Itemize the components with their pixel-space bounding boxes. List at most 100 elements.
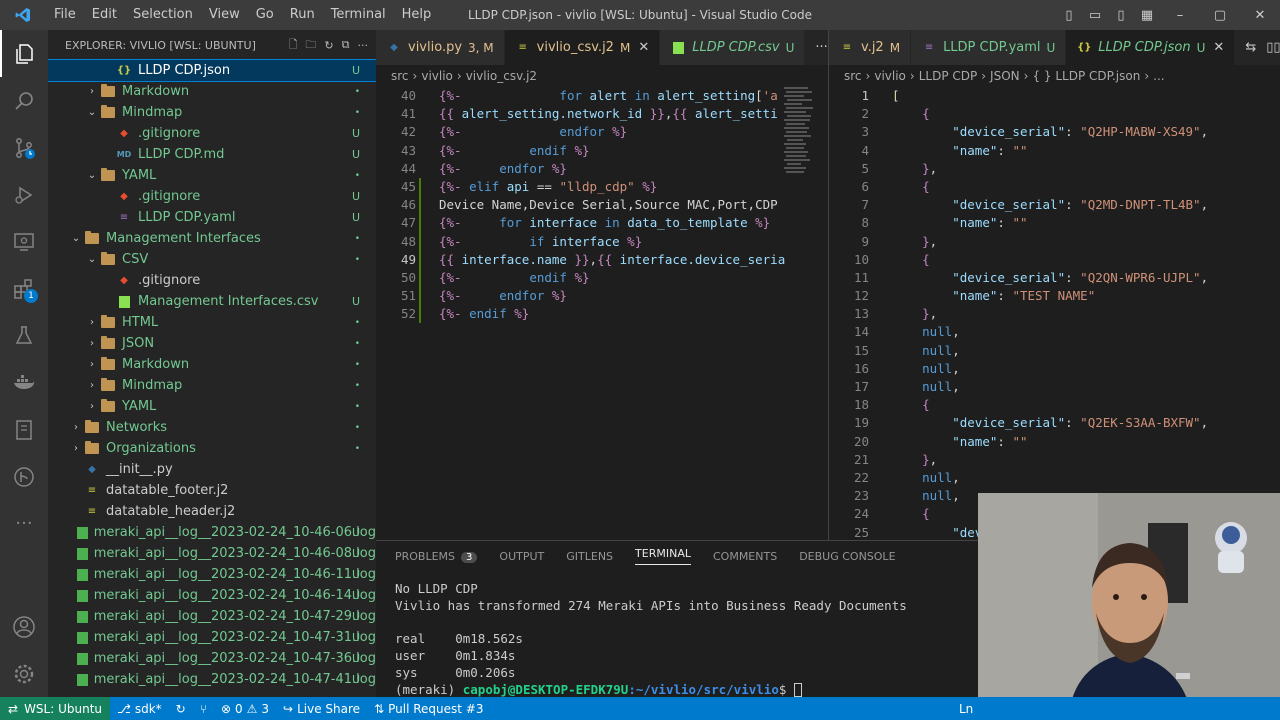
- tree-folder[interactable]: › HTML •: [48, 312, 376, 333]
- breadcrumb-item[interactable]: vivlio_csv.j2: [466, 69, 537, 83]
- tree-file[interactable]: Management Interfaces.csv U: [48, 291, 376, 312]
- breadcrumb-item[interactable]: src: [844, 69, 862, 83]
- branch-status[interactable]: ⎇ sdk*: [110, 702, 169, 716]
- panel-tab-debug-console[interactable]: DEBUG CONSOLE: [799, 550, 895, 563]
- code-editor-left[interactable]: 40 {%- for alert in alert_setting['a 41 {{ …: [376, 87, 828, 324]
- menu-edit[interactable]: Edit: [84, 0, 125, 30]
- accounts-icon[interactable]: [0, 603, 48, 650]
- editor-tab[interactable]: {} LLDP CDP.json U ✕: [1066, 30, 1236, 65]
- toggle-panel-icon[interactable]: ▭: [1082, 0, 1108, 30]
- breadcrumb-item[interactable]: LLDP CDP: [919, 69, 978, 83]
- compare-icon[interactable]: ⇆: [1245, 40, 1256, 55]
- gitlens-icon[interactable]: [0, 453, 48, 500]
- tree-folder[interactable]: › Organizations •: [48, 438, 376, 459]
- run-debug-icon[interactable]: [0, 171, 48, 218]
- customize-layout-icon[interactable]: ▦: [1134, 0, 1160, 30]
- tree-file[interactable]: {} LLDP CDP.json U: [48, 59, 376, 82]
- sync-status[interactable]: ↻: [169, 702, 193, 716]
- menu-terminal[interactable]: Terminal: [323, 0, 394, 30]
- split-editor-icon[interactable]: ▯▯: [1266, 40, 1280, 55]
- panel-tab-problems[interactable]: PROBLEMS 3: [395, 550, 478, 563]
- breadcrumb-item[interactable]: JSON: [990, 69, 1020, 83]
- panel-tab-terminal[interactable]: TERMINAL: [635, 547, 691, 565]
- tree-folder[interactable]: › Markdown •: [48, 81, 376, 102]
- source-control-icon[interactable]: [0, 124, 48, 171]
- minimap[interactable]: [784, 87, 814, 177]
- close-tab-icon[interactable]: ✕: [1213, 40, 1224, 55]
- explorer-icon[interactable]: [0, 30, 48, 77]
- toggle-secondary-icon[interactable]: ▯: [1108, 0, 1134, 30]
- tree-file[interactable]: meraki_api__log__2023-02-24_10-47-29.log…: [48, 606, 376, 627]
- docker-icon[interactable]: [0, 359, 48, 406]
- collapse-all-icon[interactable]: ⧉: [342, 38, 350, 52]
- live-share-button[interactable]: ↪ Live Share: [276, 702, 367, 716]
- pull-request-status[interactable]: ⇅ Pull Request #3: [367, 702, 490, 716]
- tree-folder[interactable]: › Mindmap •: [48, 375, 376, 396]
- tree-file[interactable]: meraki_api__log__2023-02-24_10-46-14.log…: [48, 585, 376, 606]
- refresh-icon[interactable]: ↻: [324, 39, 333, 52]
- extensions-icon[interactable]: 1: [0, 265, 48, 312]
- editor-tab[interactable]: ≡ vivlio_csv.j2 M ✕: [504, 30, 661, 65]
- tree-folder[interactable]: ⌄ CSV •: [48, 249, 376, 270]
- editor-tab[interactable]: ≡ v.j2 M: [829, 30, 912, 65]
- tree-file[interactable]: ◆ __init__.py: [48, 459, 376, 480]
- tree-file[interactable]: meraki_api__log__2023-02-24_10-47-36.log…: [48, 648, 376, 669]
- tree-file[interactable]: meraki_api__log__2023-02-24_10-47-41.log…: [48, 669, 376, 690]
- breadcrumb-item[interactable]: src: [391, 69, 409, 83]
- panel-tab-output[interactable]: OUTPUT: [499, 550, 544, 563]
- menu-selection[interactable]: Selection: [125, 0, 201, 30]
- tree-file[interactable]: meraki_api__log__2023-02-24_10-46-08.log…: [48, 543, 376, 564]
- tree-folder[interactable]: › Markdown •: [48, 354, 376, 375]
- remote-explorer-icon[interactable]: [0, 218, 48, 265]
- menu-file[interactable]: File: [46, 0, 84, 30]
- close-tab-icon[interactable]: ✕: [638, 40, 649, 55]
- ellipsis-icon[interactable]: ···: [358, 39, 369, 52]
- tree-file[interactable]: meraki_api__log__2023-02-24_10-46-06.log…: [48, 522, 376, 543]
- menu-help[interactable]: Help: [394, 0, 440, 30]
- gitlens-status[interactable]: ⑂: [193, 702, 214, 716]
- tree-file[interactable]: ≡ datatable_header.j2: [48, 501, 376, 522]
- editor-tab[interactable]: ≡ LLDP CDP.yaml U: [911, 30, 1067, 65]
- menu-go[interactable]: Go: [248, 0, 282, 30]
- close-window-icon[interactable]: ✕: [1240, 0, 1280, 30]
- tree-file[interactable]: ◆ .gitignore U: [48, 123, 376, 144]
- tree-file[interactable]: ◆ .gitignore U: [48, 186, 376, 207]
- menu-view[interactable]: View: [201, 0, 248, 30]
- tree-folder[interactable]: ⌄ YAML •: [48, 165, 376, 186]
- breadcrumb-item[interactable]: ...: [1153, 69, 1164, 83]
- remote-indicator[interactable]: ⇄ WSL: Ubuntu: [0, 697, 111, 720]
- problems-status[interactable]: ⊗ 0 ⚠ 3: [214, 702, 276, 716]
- tree-file[interactable]: ≡ datatable_footer.j2: [48, 480, 376, 501]
- tree-file[interactable]: MD LLDP CDP.md U: [48, 144, 376, 165]
- tree-file[interactable]: ◆ .gitignore: [48, 270, 376, 291]
- new-folder-icon[interactable]: 🗀: [305, 36, 316, 55]
- manage-gear-icon[interactable]: [0, 650, 48, 697]
- code-editor-right[interactable]: 1[2 {3 "device_serial": "Q2HP-MABW-XS49"…: [829, 87, 1280, 542]
- panel-tab-comments[interactable]: COMMENTS: [713, 550, 777, 563]
- breadcrumb-item[interactable]: vivlio: [874, 69, 906, 83]
- cursor-position[interactable]: Ln: [952, 702, 980, 716]
- tree-folder[interactable]: ⌄ Mindmap •: [48, 102, 376, 123]
- testing-icon[interactable]: [0, 312, 48, 359]
- breadcrumb-item[interactable]: { } LLDP CDP.json: [1032, 69, 1140, 83]
- tree-folder[interactable]: ⌄ Management Interfaces •: [48, 228, 376, 249]
- breadcrumb-item[interactable]: vivlio: [421, 69, 453, 83]
- editor-tab[interactable]: ◆ vivlio.py 3, M: [376, 30, 505, 65]
- tree-folder[interactable]: › Networks •: [48, 417, 376, 438]
- minimize-icon[interactable]: –: [1160, 0, 1200, 30]
- tree-file[interactable]: meraki_api__log__2023-02-24_10-47-31.log…: [48, 627, 376, 648]
- menu-run[interactable]: Run: [282, 0, 323, 30]
- maximize-icon[interactable]: ▢: [1200, 0, 1240, 30]
- new-file-icon[interactable]: 🗋: [289, 36, 298, 55]
- toggle-sidebar-icon[interactable]: ▯: [1056, 0, 1082, 30]
- tree-file[interactable]: meraki_api__log__2023-02-24_10-46-11.log…: [48, 564, 376, 585]
- more-icon[interactable]: ···: [0, 500, 48, 547]
- search-icon[interactable]: [0, 77, 48, 124]
- panel-tab-gitlens[interactable]: GITLENS: [566, 550, 613, 563]
- tree-file[interactable]: ≡ LLDP CDP.yaml U: [48, 207, 376, 228]
- notebook-icon[interactable]: [0, 406, 48, 453]
- more-actions-icon[interactable]: ···: [815, 40, 827, 55]
- tree-folder[interactable]: › JSON •: [48, 333, 376, 354]
- editor-tab[interactable]: LLDP CDP.csv U: [660, 30, 806, 65]
- tree-folder[interactable]: › YAML •: [48, 396, 376, 417]
